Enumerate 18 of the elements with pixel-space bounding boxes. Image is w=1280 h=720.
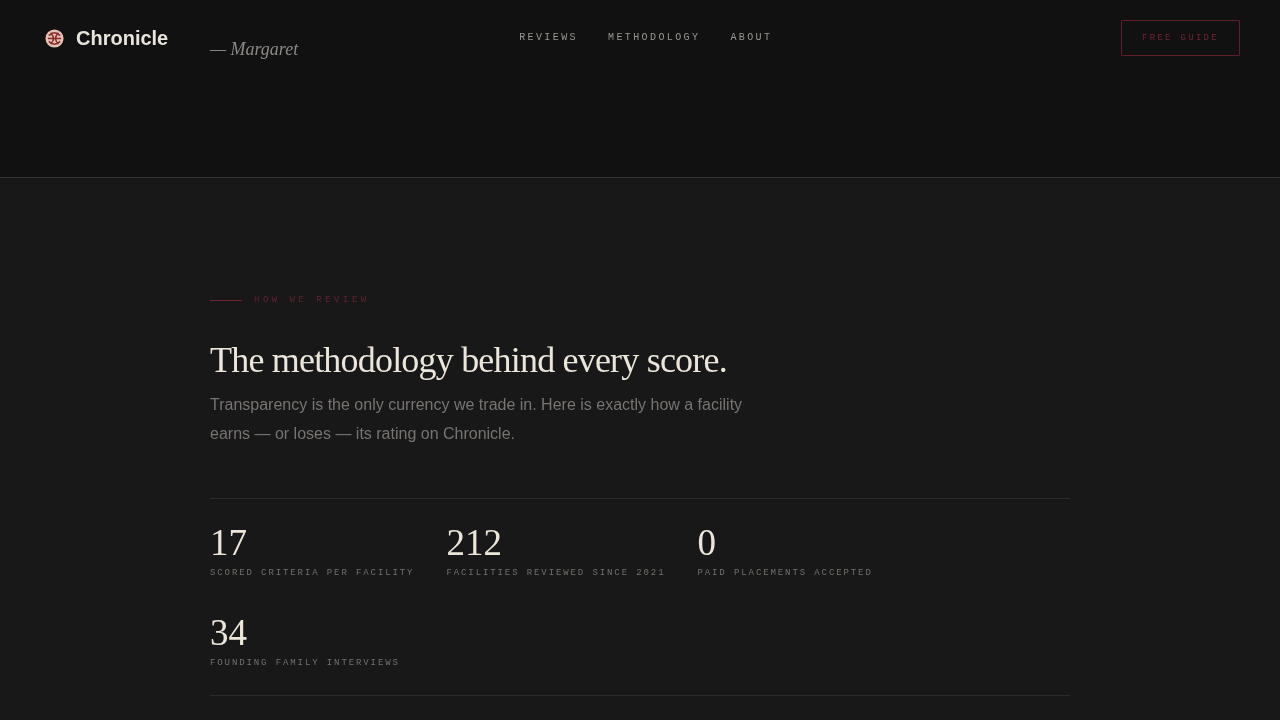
stat-label: SCORED CRITERIA PER FACILITY xyxy=(210,567,415,579)
stat-value: 34 xyxy=(210,615,247,651)
nav-link[interactable]: REVIEWS xyxy=(519,31,578,43)
eyebrow-rule xyxy=(210,299,242,301)
stat-value: 17 xyxy=(210,525,247,561)
section-heading: The methodology behind every score. xyxy=(210,339,727,382)
nav-link[interactable]: ABOUT xyxy=(730,31,773,43)
stat-value: 212 xyxy=(446,525,502,561)
brand-name[interactable]: Chronicle xyxy=(76,26,169,50)
eyebrow-label: HOW WE REVIEW xyxy=(254,294,370,306)
intro-paragraph: Transparency is the only currency we trade in. Here is exactly how a facility earns — or loses — its rating on Chronicle. xyxy=(210,395,744,444)
stat-value: 0 xyxy=(697,525,716,561)
stat-label: PAID PLACEMENTS ACCEPTED xyxy=(697,567,873,579)
logo-emblem-icon xyxy=(45,28,64,48)
nav-link[interactable]: METHODOLOGY xyxy=(608,31,701,43)
byline: — Margaret xyxy=(210,39,299,60)
stat-label: FOUNDING FAMILY INTERVIEWS xyxy=(210,657,400,669)
stat-label: FACILITIES REVIEWED SINCE 2021 xyxy=(446,567,666,579)
